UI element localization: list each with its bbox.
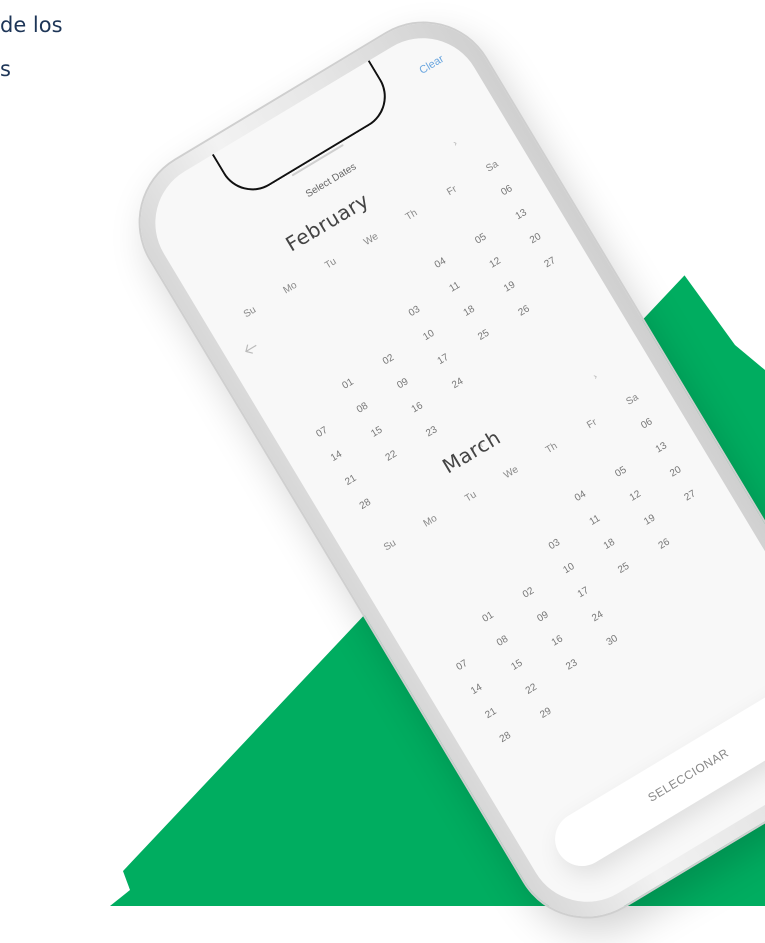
empty-cell <box>566 676 606 700</box>
day-label: 02 <box>380 351 396 367</box>
empty-cell <box>587 346 627 370</box>
day-label: 22 <box>523 681 539 697</box>
day-label: 03 <box>406 303 422 319</box>
day-label: 26 <box>516 302 532 319</box>
day-label: 06 <box>639 415 655 431</box>
day-label: 21 <box>343 472 359 488</box>
day-label: 15 <box>369 424 385 440</box>
day-label: 28 <box>497 729 513 745</box>
day-label: 16 <box>549 632 565 649</box>
day-label: 04 <box>432 255 448 271</box>
empty-cell <box>606 652 646 676</box>
day-label: 10 <box>561 560 577 576</box>
white-bar-left <box>0 700 130 906</box>
day-label: 14 <box>468 681 484 697</box>
day-label: 05 <box>613 464 629 480</box>
day-label: 07 <box>314 424 330 440</box>
day-label: 12 <box>627 488 643 504</box>
day-label: 26 <box>656 536 672 552</box>
day-label: 06 <box>498 182 515 198</box>
empty-cell <box>727 579 765 603</box>
empty-cell <box>647 628 687 652</box>
day-label: 21 <box>483 705 499 721</box>
day-label: 27 <box>682 487 698 503</box>
heading-line-1: de los <box>0 13 63 37</box>
day-label: 23 <box>563 656 580 673</box>
day-label: 22 <box>383 448 399 464</box>
clear-button[interactable]: Clear <box>417 53 446 77</box>
day-label: 27 <box>542 254 558 270</box>
day-label: 20 <box>667 463 684 479</box>
day-label: 13 <box>653 439 669 455</box>
day-label: 10 <box>420 327 437 343</box>
day-label: 08 <box>354 400 370 416</box>
day-label: 24 <box>449 375 466 391</box>
day-label: 25 <box>475 327 492 343</box>
day-label: 24 <box>589 608 606 624</box>
day-label: 11 <box>447 279 462 295</box>
empty-cell <box>385 468 425 492</box>
day-label: 14 <box>328 448 344 464</box>
day-label: 02 <box>520 584 536 601</box>
day-label: 28 <box>357 496 373 512</box>
day-label: 09 <box>394 375 411 391</box>
day-label: 25 <box>615 560 632 576</box>
day-label: 01 <box>340 376 356 392</box>
day-label: 11 <box>587 512 602 528</box>
day-label: 08 <box>494 633 510 649</box>
day-label: 17 <box>435 351 451 367</box>
day-label: 12 <box>487 254 503 271</box>
day-label: 03 <box>546 536 562 552</box>
day-label: 13 <box>513 206 529 222</box>
day-label: 18 <box>461 303 477 319</box>
day-label: 29 <box>537 705 554 721</box>
empty-cell <box>687 604 727 628</box>
day-label: 18 <box>601 536 617 552</box>
day-label: 17 <box>575 584 591 600</box>
day-label: 20 <box>527 230 543 246</box>
empty-cell <box>547 370 587 394</box>
day-label: 16 <box>409 399 425 415</box>
day-label: 04 <box>572 488 588 504</box>
day-label: 19 <box>501 278 517 295</box>
day-label: 05 <box>472 230 489 247</box>
day-label: 30 <box>604 632 620 648</box>
chevron-right-icon[interactable]: › <box>451 138 459 148</box>
day-label: 15 <box>509 657 525 673</box>
day-label: 23 <box>423 423 440 439</box>
day-label: 01 <box>480 609 496 625</box>
heading-line-2: s <box>0 57 11 81</box>
day-label: 07 <box>454 657 470 673</box>
empty-cell <box>506 395 546 419</box>
day-label: 09 <box>535 608 551 625</box>
day-label: 19 <box>641 512 658 528</box>
